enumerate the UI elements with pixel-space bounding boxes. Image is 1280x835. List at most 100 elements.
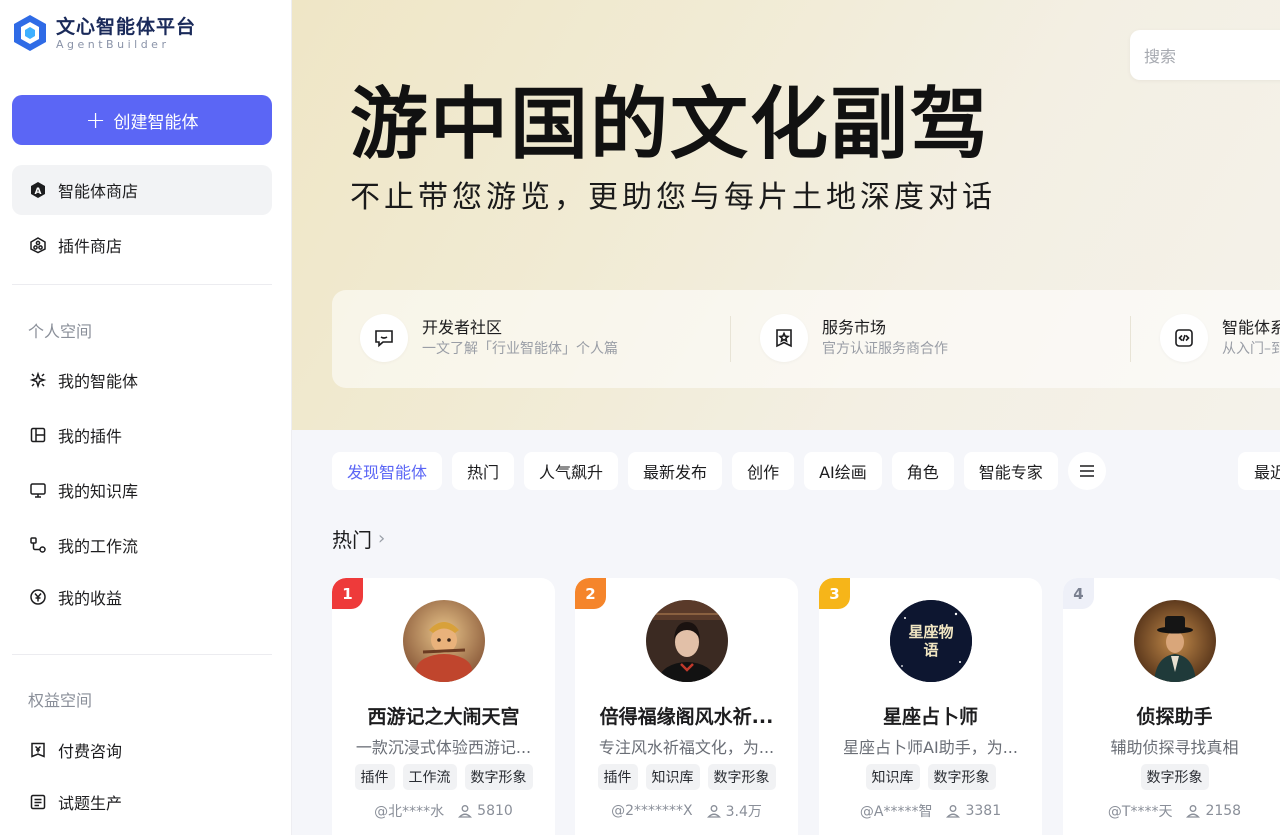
chevron-right-icon: › [378,528,386,549]
plus-icon: + [85,106,106,134]
banner-subtitle: 不止带您游览，更助您与每片土地深度对话 [350,180,996,215]
tab-hot[interactable]: 热门 [452,452,515,490]
entry-separator [730,316,731,362]
agent-use-count: 2158 [1205,803,1242,819]
entry-separator [1130,316,1131,362]
tab-rising[interactable]: 人气飙升 [524,452,619,490]
tab-latest[interactable]: 最新发布 [628,452,723,490]
tab-ai-painting[interactable]: AI绘画 [804,452,882,490]
tab-discover[interactable]: 发现智能体 [332,452,443,490]
sidebar-item-my-plugins[interactable]: 我的插件 [12,410,272,460]
sidebar-item-label: 我的智能体 [58,372,139,391]
agent-author: @2*******X [611,803,693,819]
entry-service-market[interactable]: 服务市场 官方认证服务商合作 [760,314,948,362]
list-doc-icon [28,792,48,812]
sidebar-item-my-workflows[interactable]: 我的工作流 [12,520,272,570]
sidebar-divider [12,284,272,285]
search-input[interactable]: 搜索 [1130,30,1280,80]
constellation-avatar: 星座物语 [890,600,972,682]
workflow-icon [28,535,48,555]
agent-uses: 2158 [1186,803,1241,819]
entry-agent-system[interactable]: 智能体系 从入门–到 [1160,314,1280,362]
brand-subtitle: AgentBuilder [56,37,170,51]
agent-desc: 一款沉浸式体验西游记... [355,738,532,757]
agent-author: @A*****智 [859,804,933,820]
rank-badge: 2 [575,578,606,609]
sidebar-divider [12,654,272,655]
agent-uses: 3.4万 [706,801,762,821]
agent-name: 西游记之大闹天宫 [367,706,520,728]
create-agent-label: 创建智能体 [113,112,199,133]
entry-title: 智能体系 [1222,318,1280,337]
agent-name: 倍得福缘阁风水祈... [599,706,774,728]
agent-author: @北****水 [374,804,445,820]
hot-section-header[interactable]: 热门 › [332,524,385,553]
agent-card[interactable]: 4 侦探助手 辅助侦探寻找真相 数字形象 @T****天 2158 [1063,578,1280,835]
agent-uses: 5810 [458,803,513,819]
tag: 数字形象 [464,764,533,790]
tag: 知识库 [645,764,700,790]
avatar-text: 星座物语 [908,623,954,659]
menu-icon [1079,465,1094,477]
agent-meta: @北****水 5810 [332,801,555,821]
entry-desc: 一文了解「行业智能体」个人篇 [422,341,618,357]
sidebar-item-plugin-store[interactable]: 插件商店 [12,220,272,270]
plugin-store-icon [28,235,48,255]
agent-card[interactable]: 1 西游记之大闹天宫 一款沉浸式体验西游记... 插件 工作流 数字形象 @北*… [332,578,555,835]
rank-badge: 3 [819,578,850,609]
agent-uses: 3381 [946,803,1001,819]
tab-roles[interactable]: 角色 [891,452,954,490]
sort-dropdown[interactable]: 最近 [1238,452,1280,490]
sidebar-item-label: 智能体商店 [58,182,139,201]
tab-experts[interactable]: 智能专家 [963,452,1058,490]
more-tabs-button[interactable] [1067,452,1106,490]
category-tabs: 发现智能体 热门 人气飙升 最新发布 创作 AI绘画 角色 智能专家 [332,452,1106,490]
tag: 插件 [597,764,638,790]
sidebar-item-label: 插件商店 [58,237,123,256]
entry-desc: 从入门–到 [1222,341,1280,357]
user-icon [458,805,473,818]
agent-desc: 辅助侦探寻找真相 [1110,738,1239,757]
agent-use-count: 3381 [965,803,1002,819]
sidebar-item-label: 我的知识库 [58,482,139,501]
badge-star-icon [760,314,808,362]
sidebar: 文心智能体平台 AgentBuilder + 创建智能体 A 智能体商店 插件商… [0,0,292,835]
sidebar-item-my-earnings[interactable]: 我的收益 [12,572,272,622]
agent-meta: @2*******X 3.4万 [575,801,798,821]
brand-logo-icon [14,15,46,51]
section-title: 热门 [332,528,372,552]
agent-desc: 专注风水祈福文化，为... [598,738,775,757]
sidebar-item-label: 付费咨询 [58,742,123,761]
rights-space-title: 权益空间 [28,691,93,710]
rank-badge: 4 [1063,578,1094,609]
tag: 数字形象 [927,764,996,790]
chat-icon [360,314,408,362]
sidebar-item-label: 我的收益 [58,589,123,608]
sidebar-item-paid-consulting[interactable]: 付费咨询 [12,725,272,775]
tag: 工作流 [402,764,457,790]
agent-card[interactable]: 3 星座物语 星座占卜师 星座占卜师AI助手，为... 知识库 数字形象 @A*… [819,578,1042,835]
brand-logo[interactable]: 文心智能体平台 AgentBuilder [12,14,196,52]
detective-avatar [1134,600,1216,682]
code-icon [1160,314,1208,362]
brand-title: 文心智能体平台 [56,15,197,38]
sidebar-item-my-knowledge[interactable]: 我的知识库 [12,465,272,515]
sidebar-item-agent-store[interactable]: A 智能体商店 [12,165,272,215]
personal-space-title: 个人空间 [28,322,93,341]
agent-desc: 星座占卜师AI助手，为... [843,738,1018,757]
sidebar-item-question-production[interactable]: 试题生产 [12,777,272,827]
yen-icon [28,587,48,607]
sidebar-item-my-agents[interactable]: 我的智能体 [12,355,272,405]
search-placeholder: 搜索 [1144,47,1177,66]
create-agent-button[interactable]: + 创建智能体 [12,95,272,145]
tag: 插件 [354,764,395,790]
entry-developer-community[interactable]: 开发者社区 一文了解「行业智能体」个人篇 [360,314,618,362]
woman-portrait-avatar [646,600,728,682]
sidebar-item-label: 我的工作流 [58,537,139,556]
rank-badge: 1 [332,578,363,609]
entry-title: 开发者社区 [422,318,503,337]
agent-card[interactable]: 2 倍得福缘阁风水祈... 专注风水祈福文化，为... 插件 知识库 数字形象 … [575,578,798,835]
agent-tags: 插件 知识库 数字形象 [575,764,798,790]
tab-creation[interactable]: 创作 [732,452,795,490]
user-icon [1186,805,1201,818]
